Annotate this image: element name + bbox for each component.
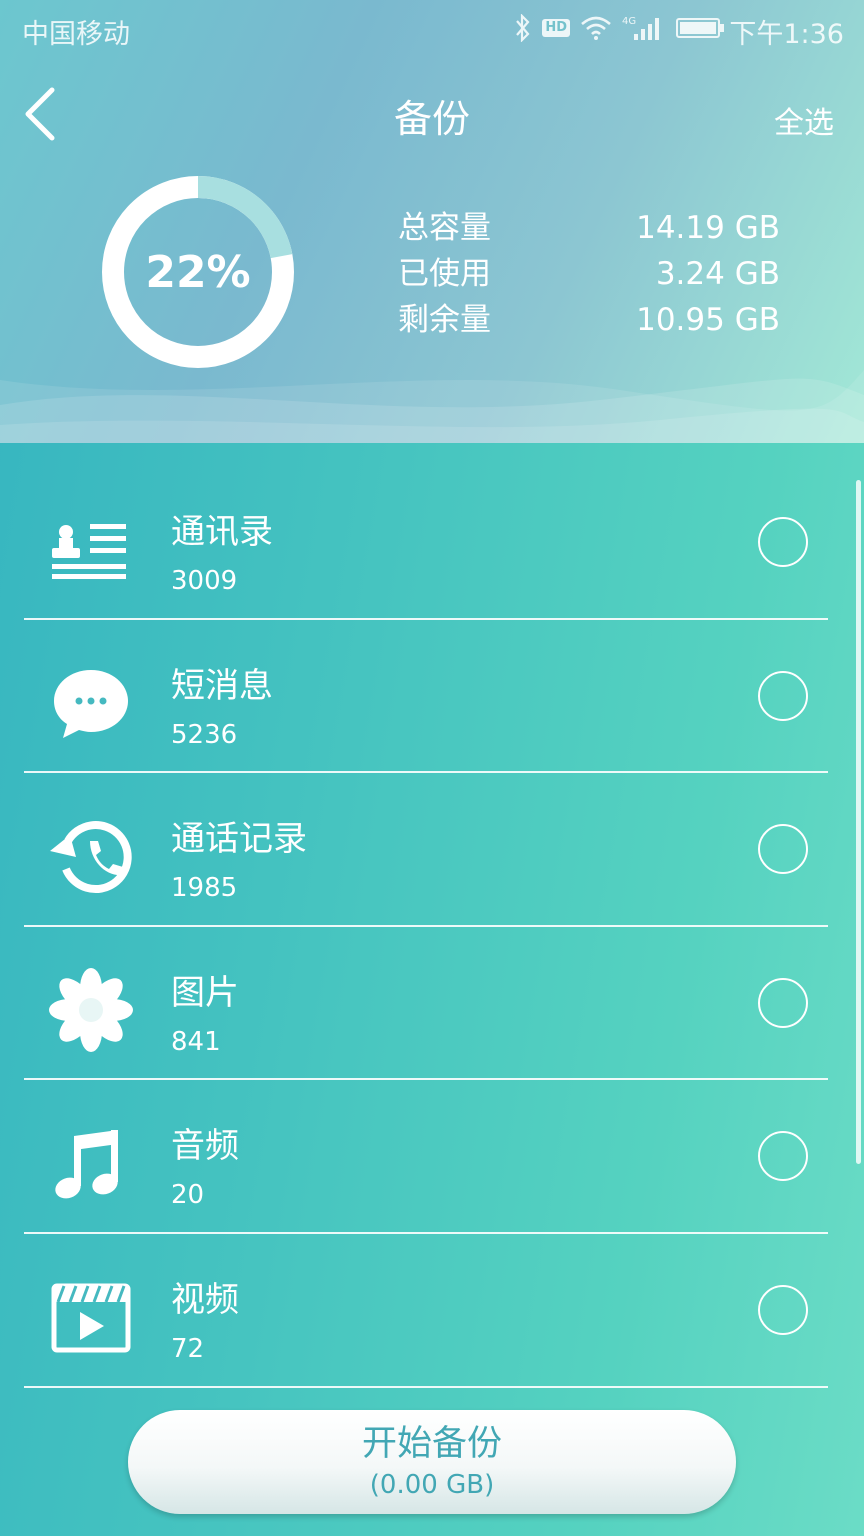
stat-label: 已使用 xyxy=(398,256,491,292)
stat-label: 剩余量 xyxy=(398,302,491,338)
stat-row-used: 已使用 3.24 GB xyxy=(398,251,780,297)
start-backup-button[interactable]: 开始备份 (0.00 GB) xyxy=(128,1410,736,1514)
item-count: 1985 xyxy=(171,873,238,904)
carrier-label: 中国移动 xyxy=(22,19,130,50)
signal-icon: 4G xyxy=(622,16,659,40)
select-radio[interactable] xyxy=(758,977,808,1028)
item-count: 20 xyxy=(171,1180,205,1211)
call-history-icon xyxy=(46,811,136,901)
item-count: 841 xyxy=(171,1026,221,1057)
item-title: 音频 xyxy=(171,1126,239,1167)
stat-row-free: 剩余量 10.95 GB xyxy=(398,297,780,343)
select-radio[interactable] xyxy=(758,1131,808,1182)
select-radio[interactable] xyxy=(758,824,808,875)
bluetooth-icon xyxy=(516,14,530,42)
status-bar: 中国移动 HD 4G 下午1:36 xyxy=(0,0,864,60)
message-icon xyxy=(46,658,136,748)
item-title: 视频 xyxy=(171,1279,239,1320)
stat-value: 3.24 GB xyxy=(655,256,780,292)
list-item-call-history[interactable]: 通话记录 1985 xyxy=(24,773,828,927)
list-item-video[interactable]: 视频 72 xyxy=(24,1234,828,1388)
page-title: 备份 xyxy=(393,97,470,141)
storage-stats: 总容量 14.19 GB 已使用 3.24 GB 剩余量 10.95 GB xyxy=(398,205,780,343)
network-type-label: 4G xyxy=(622,16,636,27)
item-title: 通话记录 xyxy=(171,819,307,860)
battery-icon xyxy=(676,18,724,38)
item-count: 72 xyxy=(171,1333,205,1364)
wifi-icon xyxy=(581,16,611,40)
item-count: 3009 xyxy=(171,566,238,596)
item-title: 通讯录 xyxy=(171,512,273,552)
hd-badge: HD xyxy=(542,19,570,37)
stat-value: 14.19 GB xyxy=(636,210,780,246)
select-radio[interactable] xyxy=(758,670,808,721)
stat-label: 总容量 xyxy=(398,210,491,246)
backup-category-list: 通讯录 3009 短消息 5236 通话记录 1985 图片 841 音频 20… xyxy=(24,466,828,1388)
contacts-icon xyxy=(46,504,136,594)
select-all-button[interactable]: 全选 xyxy=(774,98,834,142)
backup-size-label: (0.00 GB) xyxy=(369,1470,495,1500)
item-title: 图片 xyxy=(171,972,239,1013)
flower-icon xyxy=(46,965,136,1055)
stat-row-total: 总容量 14.19 GB xyxy=(398,205,780,251)
item-title: 短消息 xyxy=(171,665,273,706)
music-note-icon xyxy=(46,1118,136,1208)
list-item-contacts[interactable]: 通讯录 3009 xyxy=(24,466,828,620)
list-item-pictures[interactable]: 图片 841 xyxy=(24,927,828,1081)
start-backup-label: 开始备份 xyxy=(361,1424,502,1464)
list-item-audio[interactable]: 音频 20 xyxy=(24,1080,828,1234)
list-item-messages[interactable]: 短消息 5236 xyxy=(24,620,828,774)
scrollbar[interactable] xyxy=(856,480,861,1164)
clock-label: 下午1:36 xyxy=(729,19,844,50)
usage-percent-label: 22% xyxy=(145,246,251,298)
video-clapper-icon xyxy=(46,1272,136,1362)
status-icons: HD 4G xyxy=(514,14,726,42)
select-radio[interactable] xyxy=(758,1284,808,1335)
item-count: 5236 xyxy=(171,719,238,750)
select-radio[interactable] xyxy=(758,517,808,567)
stat-value: 10.95 GB xyxy=(636,302,780,338)
